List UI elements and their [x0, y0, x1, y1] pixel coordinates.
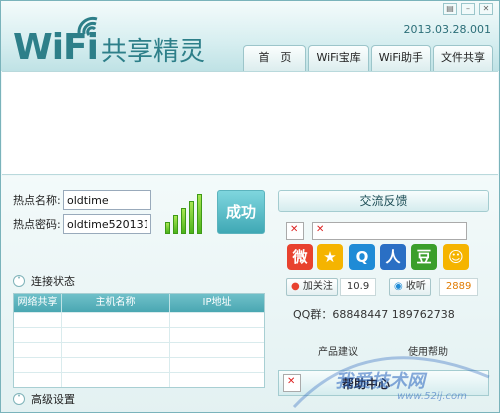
renren-icon[interactable]: 人 [380, 244, 406, 270]
feedback-header: 交流反馈 [278, 190, 489, 212]
table-header: 网络共享 主机名称 IP地址 [14, 294, 264, 312]
minimize-icon[interactable]: – [461, 3, 475, 15]
app-logo: WiFi 共享精灵 [13, 9, 223, 68]
signal-bar [173, 215, 178, 234]
tab-file-sharing[interactable]: 文件共享 [433, 45, 493, 71]
tab-home[interactable]: 首 页 [243, 45, 307, 71]
logo-text-wifi: WiFi [13, 27, 99, 68]
hotspot-password-input[interactable] [63, 214, 151, 234]
version-label: 2013.03.28.001 [403, 23, 491, 36]
menu-icon[interactable]: ▤ [443, 3, 457, 15]
hotspot-name-input[interactable] [63, 190, 151, 210]
help-center-text: 帮助中心 [342, 377, 391, 391]
product-suggestion-link[interactable]: 产品建议 [318, 343, 358, 358]
tab-wifi-library[interactable]: WiFi宝库 [308, 45, 369, 71]
hotspot-password-row: 热点密码: [13, 214, 151, 234]
signal-strength-icon [165, 194, 209, 234]
signal-bar [189, 201, 194, 234]
usage-help-link[interactable]: 使用帮助 [408, 343, 448, 358]
broken-image-icon [283, 374, 301, 392]
tab-bar: 首 页 WiFi宝库 WiFi助手 文件共享 [243, 45, 493, 71]
weibo-icon[interactable]: 微 [287, 244, 313, 270]
hotspot-password-label: 热点密码: [13, 218, 61, 231]
hotspot-name-row: 热点名称: [13, 190, 151, 210]
kaixin-icon[interactable]: ☺ [443, 244, 469, 270]
help-center-bar[interactable]: 帮助中心 [278, 370, 489, 396]
table-row [14, 312, 264, 327]
table-row [14, 357, 264, 372]
expand-icon[interactable]: ˅ [13, 393, 25, 405]
broken-image-icon [286, 222, 304, 240]
follow-count: 10.9 [339, 278, 377, 296]
header: WiFi 共享精灵 ▤ – ✕ 2013.03.28.001 首 页 WiFi宝… [1, 1, 499, 71]
hotspot-name-label: 热点名称: [13, 194, 61, 207]
listen-button[interactable]: ◉ 收听 [389, 278, 431, 296]
tab-wifi-assistant[interactable]: WiFi助手 [370, 45, 431, 71]
control-panel: 热点名称: 热点密码: 成功 ˅ 连接状态 网络共享 主机名称 IP地址 [1, 176, 499, 412]
tencent-weibo-icon[interactable]: Q [349, 244, 375, 270]
connection-status-title: 连接状态 [31, 275, 75, 288]
collapse-icon[interactable]: ˅ [13, 275, 25, 287]
main-window: WiFi 共享精灵 ▤ – ✕ 2013.03.28.001 首 页 WiFi宝… [0, 0, 500, 413]
advanced-settings-header[interactable]: ˅ 高级设置 [13, 391, 75, 407]
listen-count: 2889 [438, 278, 479, 296]
table-row [14, 327, 264, 342]
signal-bar [165, 222, 170, 234]
column-header: IP地址 [202, 297, 232, 308]
signal-bar [181, 208, 186, 234]
success-button[interactable]: 成功 [217, 190, 265, 234]
connection-status-header[interactable]: ˅ 连接状态 [13, 273, 75, 289]
tencent-listen: ◉ 收听 2889 [389, 278, 479, 296]
table-row [14, 342, 264, 357]
table-row [14, 372, 264, 387]
column-header: 主机名称 [62, 294, 170, 312]
window-controls: ▤ – ✕ [443, 3, 493, 15]
qzone-star-icon[interactable]: ★ [317, 244, 343, 270]
close-icon[interactable]: ✕ [479, 3, 493, 15]
content-area [2, 71, 498, 175]
douban-icon[interactable]: 豆 [411, 244, 437, 270]
column-header: 网络共享 [14, 294, 62, 312]
broken-banner-image[interactable] [312, 222, 467, 240]
signal-bar [197, 194, 202, 234]
logo-text-cn: 共享精灵 [101, 37, 206, 67]
connection-table: 网络共享 主机名称 IP地址 [13, 293, 265, 388]
qq-group-text: QQ群：68848447 189762738 [293, 308, 455, 321]
weibo-follow: ● 加关注 10.9 [286, 278, 377, 296]
advanced-settings-title: 高级设置 [31, 393, 75, 406]
follow-button[interactable]: ● 加关注 [286, 278, 338, 296]
